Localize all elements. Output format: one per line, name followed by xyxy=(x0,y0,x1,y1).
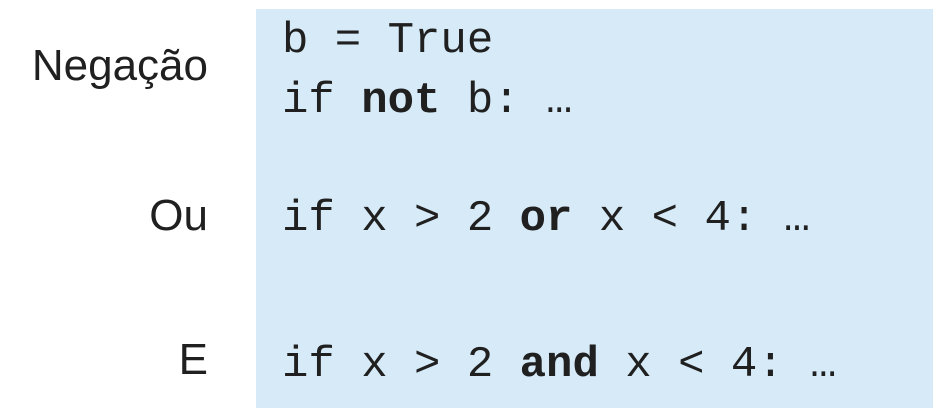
code-not-suffix: b: … xyxy=(440,76,573,126)
code-panel: b = True if not b: … if x > 2 or x < 4: … xyxy=(256,9,933,408)
code-line-assign: b = True xyxy=(282,19,493,63)
code-and-prefix: if x > 2 xyxy=(282,340,520,390)
code-line-or: if x > 2 or x < 4: … xyxy=(282,197,810,241)
keyword-not: not xyxy=(361,76,441,126)
code-or-suffix: x < 4: … xyxy=(572,194,811,244)
code-and-suffix: x < 4: … xyxy=(598,340,837,390)
code-assign-text: b = True xyxy=(282,16,494,66)
keyword-or: or xyxy=(519,194,573,244)
code-line-and: if x > 2 and x < 4: … xyxy=(282,343,837,387)
keyword-and: and xyxy=(519,340,599,390)
code-not-prefix: if xyxy=(282,76,362,126)
label-and: E xyxy=(178,335,208,384)
label-negation: Negação xyxy=(31,41,208,90)
code-or-prefix: if x > 2 xyxy=(282,194,520,244)
code-line-not: if not b: … xyxy=(282,79,572,123)
label-or: Ou xyxy=(149,191,208,240)
